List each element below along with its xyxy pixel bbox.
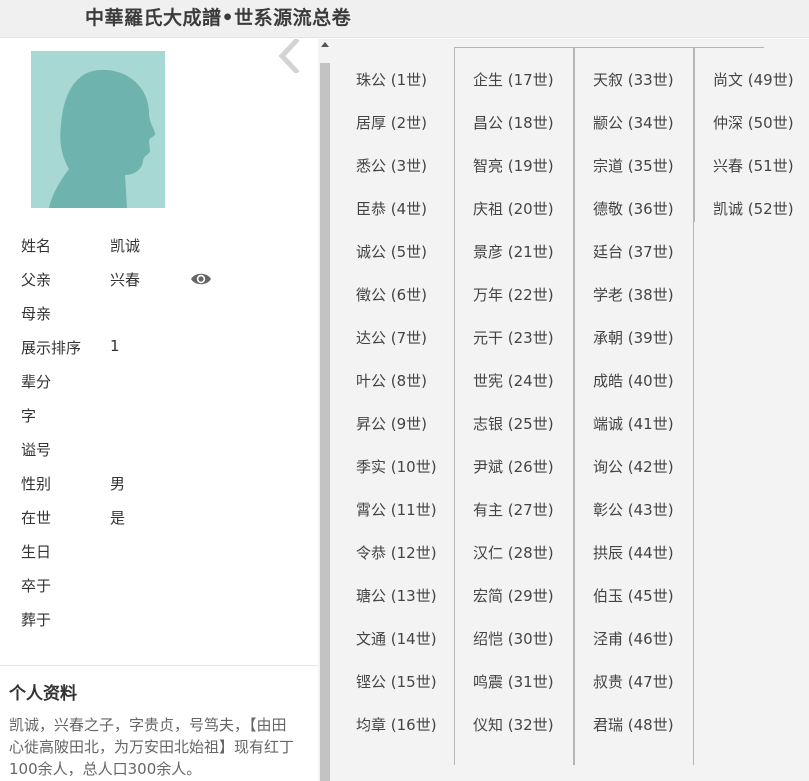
generation-item[interactable]: 汉仁 (28世) xyxy=(471,542,556,563)
profile-info-list: 姓名 凯诚父亲 兴春母亲展示排序 1 辈分字谥号性别 男在世 是生日卒于葬于 xyxy=(0,227,318,635)
field-label: 字 xyxy=(21,407,37,425)
field-label: 谥号 xyxy=(21,441,52,459)
generation-item[interactable]: 文通 (14世) xyxy=(354,628,439,649)
field-value: 1 xyxy=(110,337,120,355)
scroll-thumb[interactable] xyxy=(320,63,330,781)
generation-item[interactable]: 元干 (23世) xyxy=(471,327,556,348)
app-header: 中華羅氏大成譜•世系源流总卷 xyxy=(0,0,809,38)
profile-field: 谥号 xyxy=(0,431,318,465)
generation-item[interactable]: 尹斌 (26世) xyxy=(471,456,556,477)
generation-item[interactable]: 叔贵 (47世) xyxy=(591,671,676,692)
field-label: 卒于 xyxy=(21,577,52,595)
person-silhouette-icon xyxy=(31,51,165,208)
generation-item[interactable]: 廷台 (37世) xyxy=(591,241,676,262)
generation-item[interactable]: 成皓 (40世) xyxy=(591,370,676,391)
field-label: 父亲 xyxy=(21,271,52,289)
bio-title: 个人资料 xyxy=(9,684,77,704)
generation-item[interactable]: 泾甫 (46世) xyxy=(591,628,676,649)
profile-panel: 姓名 凯诚父亲 兴春母亲展示排序 1 辈分字谥号性别 男在世 是生日卒于葬于 个人资料 凯诚… xyxy=(0,39,318,781)
vertical-scrollbar[interactable] xyxy=(318,39,332,781)
generation-item[interactable]: 尚文 (49世) xyxy=(711,69,796,90)
bio-text: 凯诚，兴春之子，字贵贞，号笃夫，【由田心徙高陂田北，为万安田北始祖】现有红丁10… xyxy=(9,716,295,778)
generation-item[interactable]: 伯玉 (45世) xyxy=(591,585,676,606)
generation-item[interactable]: 绍恺 (30世) xyxy=(471,628,556,649)
profile-field: 在世 是 xyxy=(0,499,318,533)
field-value: 男 xyxy=(110,475,126,493)
generation-item[interactable]: 承朝 (39世) xyxy=(591,327,676,348)
generation-item[interactable]: 霄公 (11世) xyxy=(354,499,439,520)
profile-field: 展示排序 1 xyxy=(0,329,318,363)
generation-item[interactable]: 凯诚 (52世) xyxy=(711,198,796,219)
profile-field: 父亲 兴春 xyxy=(0,261,318,295)
generation-item[interactable]: 兴春 (51世) xyxy=(711,155,796,176)
profile-field: 字 xyxy=(0,397,318,431)
generation-item[interactable]: 瑭公 (13世) xyxy=(354,585,439,606)
generation-item[interactable]: 叶公 (8世) xyxy=(354,370,430,391)
field-label: 辈分 xyxy=(21,373,52,391)
generation-item[interactable]: 铿公 (15世) xyxy=(354,671,439,692)
scroll-up-arrow-icon[interactable] xyxy=(321,42,329,47)
generation-item[interactable]: 仪知 (32世) xyxy=(471,714,556,735)
generation-item[interactable]: 宏简 (29世) xyxy=(471,585,556,606)
profile-field: 葬于 xyxy=(0,601,318,635)
generation-item[interactable]: 世宪 (24世) xyxy=(471,370,556,391)
generation-item[interactable]: 企生 (17世) xyxy=(471,69,556,90)
generation-item[interactable]: 鸣震 (31世) xyxy=(471,671,556,692)
generation-item[interactable]: 宗道 (35世) xyxy=(591,155,676,176)
field-label: 葬于 xyxy=(21,611,52,629)
profile-field: 性别 男 xyxy=(0,465,318,499)
generation-item[interactable]: 臣恭 (4世) xyxy=(354,198,430,219)
generation-item[interactable]: 均章 (16世) xyxy=(354,714,439,735)
field-label: 生日 xyxy=(21,543,52,561)
generation-item[interactable]: 彰公 (43世) xyxy=(591,499,676,520)
generation-item[interactable]: 端诚 (41世) xyxy=(591,413,676,434)
generation-item[interactable]: 询公 (42世) xyxy=(591,456,676,477)
field-label: 母亲 xyxy=(21,305,52,323)
lineage-panel: 珠公 (1世) 居厚 (2世) 悉公 (3世) 臣恭 (4世) 诚公 (5世) 徵公 (6… xyxy=(332,39,809,781)
field-label: 性别 xyxy=(21,475,52,493)
field-value: 是 xyxy=(110,509,126,527)
profile-field: 母亲 xyxy=(0,295,318,329)
generation-item[interactable]: 居厚 (2世) xyxy=(354,112,430,133)
generation-item[interactable]: 昌公 (18世) xyxy=(471,112,556,133)
generation-item[interactable]: 悉公 (3世) xyxy=(354,155,430,176)
generation-item[interactable]: 天叙 (33世) xyxy=(591,69,676,90)
field-value: 兴春 xyxy=(110,271,141,289)
profile-field: 姓名 凯诚 xyxy=(0,227,318,261)
field-value: 凯诚 xyxy=(110,237,141,255)
section-divider xyxy=(0,665,318,666)
avatar xyxy=(31,51,165,208)
generation-item[interactable]: 德敬 (36世) xyxy=(591,198,676,219)
generation-item[interactable]: 珠公 (1世) xyxy=(354,69,430,90)
profile-field: 卒于 xyxy=(0,567,318,601)
generation-item[interactable]: 有主 (27世) xyxy=(471,499,556,520)
collapse-chevron-icon[interactable] xyxy=(274,39,304,73)
generation-item[interactable]: 颛公 (34世) xyxy=(591,112,676,133)
profile-field: 生日 xyxy=(0,533,318,567)
page-title: 中華羅氏大成譜•世系源流总卷 xyxy=(85,7,352,29)
field-label: 姓名 xyxy=(21,237,52,255)
generation-item[interactable]: 徵公 (6世) xyxy=(354,284,430,305)
generation-item[interactable]: 景彦 (21世) xyxy=(471,241,556,262)
eye-icon[interactable] xyxy=(190,271,212,287)
generation-item[interactable]: 学老 (38世) xyxy=(591,284,676,305)
generation-item[interactable]: 昇公 (9世) xyxy=(354,413,430,434)
generation-item[interactable]: 诚公 (5世) xyxy=(354,241,430,262)
generation-item[interactable]: 万年 (22世) xyxy=(471,284,556,305)
generation-item[interactable]: 达公 (7世) xyxy=(354,327,430,348)
generation-item[interactable]: 令恭 (12世) xyxy=(354,542,439,563)
generation-item[interactable]: 仲深 (50世) xyxy=(711,112,796,133)
field-label: 在世 xyxy=(21,509,52,527)
generation-item[interactable]: 君瑞 (48世) xyxy=(591,714,676,735)
field-label: 展示排序 xyxy=(21,339,82,357)
generation-item[interactable]: 季实 (10世) xyxy=(354,456,439,477)
generation-item[interactable]: 庆祖 (20世) xyxy=(471,198,556,219)
profile-field: 辈分 xyxy=(0,363,318,397)
generation-item[interactable]: 志银 (25世) xyxy=(471,413,556,434)
generation-item[interactable]: 智亮 (19世) xyxy=(471,155,556,176)
generation-item[interactable]: 拱辰 (44世) xyxy=(591,542,676,563)
